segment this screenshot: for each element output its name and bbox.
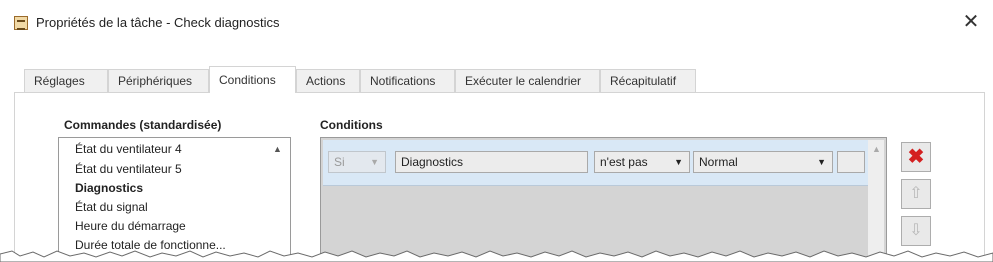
list-item[interactable]: État du ventilateur 4 [75,142,182,156]
list-item[interactable]: État du ventilateur 5 [75,162,182,176]
delete-icon: ✖ [907,146,925,168]
tab-reglages[interactable]: Réglages [24,69,108,92]
condition-field[interactable]: Diagnostics [395,151,588,173]
tab-conditions[interactable]: Conditions [209,66,296,93]
condition-prefix-label: Si [334,155,345,169]
condition-operator-select[interactable]: n'est pas ▼ [594,151,690,173]
title-bar: Propriétés de la tâche - Check diagnosti… [0,0,993,42]
tab-peripheriques[interactable]: Périphériques [108,69,209,92]
list-item[interactable]: État du signal [75,200,148,214]
conditions-scrollbar[interactable]: ▲ [868,140,884,260]
close-button[interactable]: ✕ [957,8,985,36]
conditions-grid: Si ▼ Diagnostics n'est pas ▼ Normal ▼ ▲ [320,137,887,262]
condition-value-select[interactable]: Normal ▼ [693,151,833,173]
condition-extra-button[interactable] [837,151,865,173]
move-down-button[interactable]: ⇩ [901,216,931,246]
chevron-down-icon: ▼ [370,157,379,167]
arrow-down-icon: ⇩ [909,222,923,239]
torn-edge-decoration [0,250,993,262]
tab-recapitulatif[interactable]: Récapitulatif [600,69,696,92]
tab-executer-calendrier[interactable]: Exécuter le calendrier [455,69,600,92]
conditions-group-title: Conditions [320,118,383,132]
condition-prefix-select: Si ▼ [328,151,386,173]
commands-list[interactable]: État du ventilateur 4 État du ventilateu… [58,137,291,262]
move-up-button[interactable]: ⇧ [901,179,931,209]
condition-operator-label: n'est pas [600,155,648,169]
delete-condition-button[interactable]: ✖ [901,142,931,172]
scroll-up-icon[interactable]: ▲ [872,144,881,154]
list-item[interactable]: Heure du démarrage [75,219,186,233]
condition-value-label: Normal [699,155,738,169]
commands-group-title: Commandes (standardisée) [64,118,222,132]
condition-field-label: Diagnostics [401,155,464,169]
arrow-up-icon: ⇧ [909,185,923,202]
window-title: Propriétés de la tâche - Check diagnosti… [36,15,280,30]
chevron-down-icon: ▼ [674,157,683,167]
task-properties-icon [14,16,28,30]
tab-actions[interactable]: Actions [296,69,360,92]
tab-notifications[interactable]: Notifications [360,69,455,92]
scroll-up-icon[interactable]: ▲ [273,144,282,154]
condition-row[interactable]: Si ▼ Diagnostics n'est pas ▼ Normal ▼ [323,140,868,186]
chevron-down-icon: ▼ [817,157,826,167]
list-item-selected[interactable]: Diagnostics [75,181,143,195]
